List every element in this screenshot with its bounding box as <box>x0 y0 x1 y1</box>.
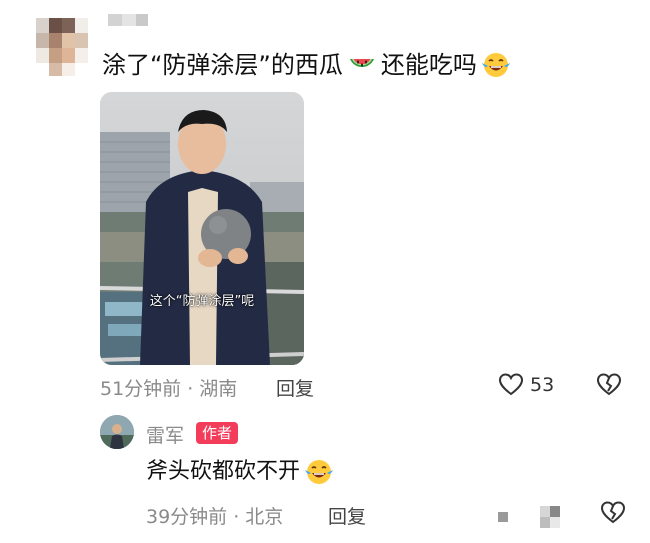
dislike-button[interactable] <box>596 372 622 402</box>
reply-author-name[interactable]: 雷军 <box>146 421 184 448</box>
commenter-avatar[interactable] <box>36 18 88 76</box>
video-thumbnail[interactable]: 这个“防弹涂层”呢 <box>100 92 304 365</box>
broken-heart-icon <box>596 373 622 396</box>
author-badge: 作者 <box>196 422 239 444</box>
video-caption: 这个“防弹涂层”呢 <box>149 294 255 309</box>
laughing-tears-icon <box>305 460 334 484</box>
reply-reply-button[interactable]: 回复 <box>328 502 366 529</box>
reply-text: 斧头砍都砍不开 <box>146 456 334 488</box>
heart-outline-icon <box>498 373 524 396</box>
like-count-redacted <box>540 506 560 528</box>
reply-author-avatar[interactable] <box>100 415 134 449</box>
broken-heart-icon <box>600 501 626 524</box>
comment-text-part2: 还能吃吗 <box>380 51 477 79</box>
laughing-tears-icon <box>481 53 510 77</box>
comment-time-location: 51分钟前 · 湖南 <box>100 378 238 400</box>
video-frame-image <box>100 92 304 365</box>
comment-text-part1: 涂了“防弹涂层”的西瓜 <box>102 51 343 79</box>
watermelon-icon <box>349 59 374 67</box>
comment-text: 涂了“防弹涂层”的西瓜 还能吃吗 <box>102 48 511 82</box>
like-button[interactable]: 53 <box>498 372 554 398</box>
avatar-image <box>100 415 134 449</box>
reply-text-content: 斧头砍都砍不开 <box>146 459 301 484</box>
like-icon-redacted <box>498 512 508 522</box>
reply-time-location: 39分钟前 · 北京 <box>146 506 284 528</box>
commenter-name-redacted <box>108 14 152 28</box>
like-count: 53 <box>530 374 555 396</box>
comment-reply-button[interactable]: 回复 <box>276 374 314 401</box>
dislike-button[interactable] <box>600 500 626 530</box>
